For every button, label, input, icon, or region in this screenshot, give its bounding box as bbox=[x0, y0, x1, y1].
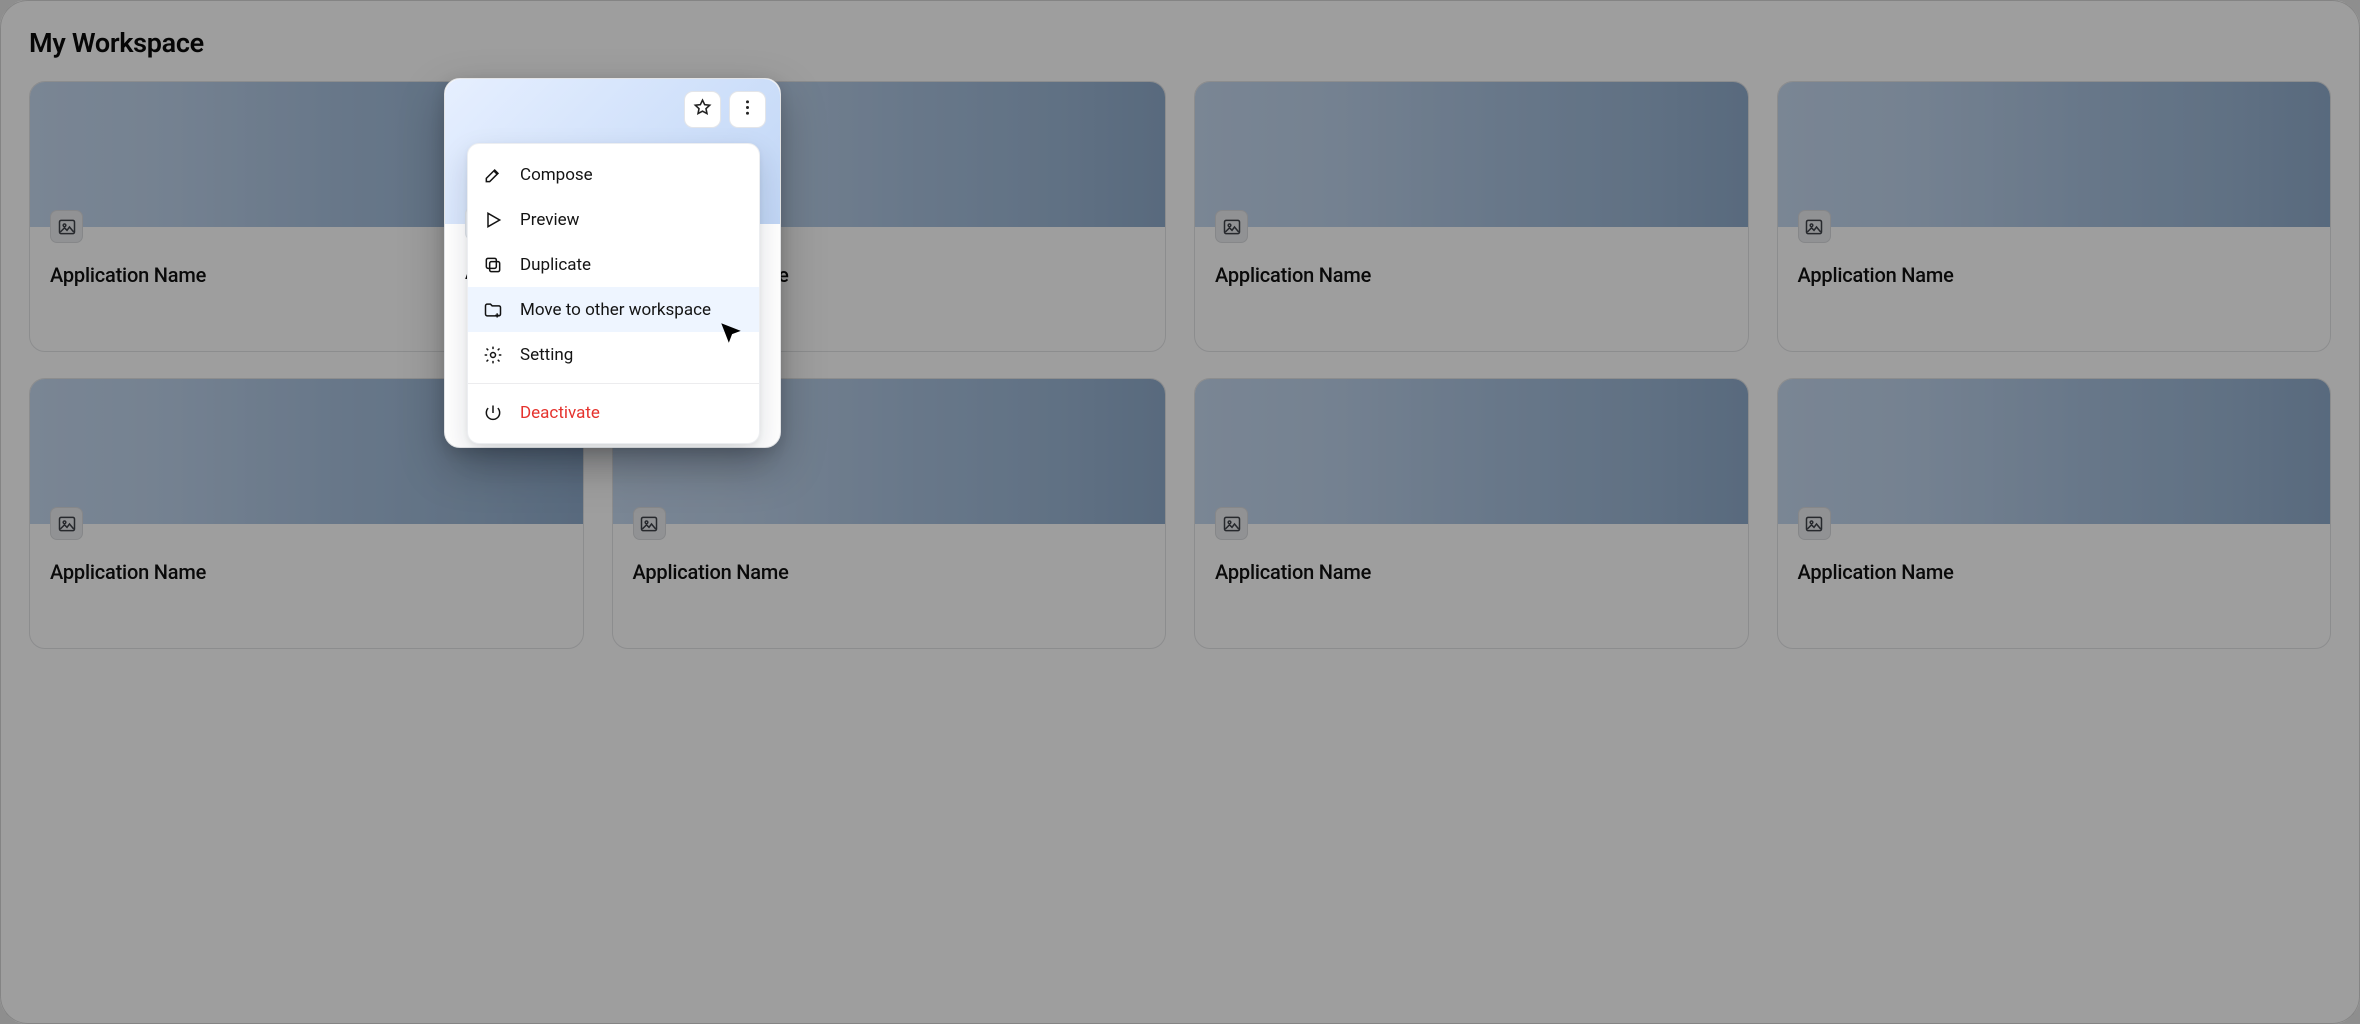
more-vertical-icon bbox=[737, 97, 758, 122]
menu-item-label: Move to other workspace bbox=[520, 300, 711, 320]
play-icon bbox=[482, 209, 504, 231]
modal-scrim[interactable] bbox=[0, 0, 2360, 1024]
power-icon bbox=[482, 402, 504, 424]
copy-icon bbox=[482, 254, 504, 276]
menu-move[interactable]: Move to other workspace bbox=[468, 287, 759, 332]
menu-compose[interactable]: Compose bbox=[468, 152, 759, 197]
menu-item-label: Preview bbox=[520, 210, 579, 230]
menu-deactivate[interactable]: Deactivate bbox=[468, 390, 759, 435]
menu-setting[interactable]: Setting bbox=[468, 332, 759, 377]
menu-item-label: Compose bbox=[520, 165, 593, 185]
card-actions bbox=[684, 91, 766, 128]
menu-duplicate[interactable]: Duplicate bbox=[468, 242, 759, 287]
context-menu: Compose Preview Duplicate Move to other … bbox=[467, 143, 760, 444]
menu-item-label: Deactivate bbox=[520, 403, 600, 423]
favorite-button[interactable] bbox=[684, 91, 721, 128]
star-icon bbox=[692, 97, 713, 122]
menu-item-label: Setting bbox=[520, 345, 573, 365]
divider bbox=[468, 383, 759, 384]
gear-icon bbox=[482, 344, 504, 366]
menu-item-label: Duplicate bbox=[520, 255, 591, 275]
folder-plus-icon bbox=[482, 299, 504, 321]
compose-icon bbox=[482, 164, 504, 186]
focused-app-card: App Compose Preview Duplicate Move to ot… bbox=[444, 78, 781, 448]
menu-preview[interactable]: Preview bbox=[468, 197, 759, 242]
more-button[interactable] bbox=[729, 91, 766, 128]
